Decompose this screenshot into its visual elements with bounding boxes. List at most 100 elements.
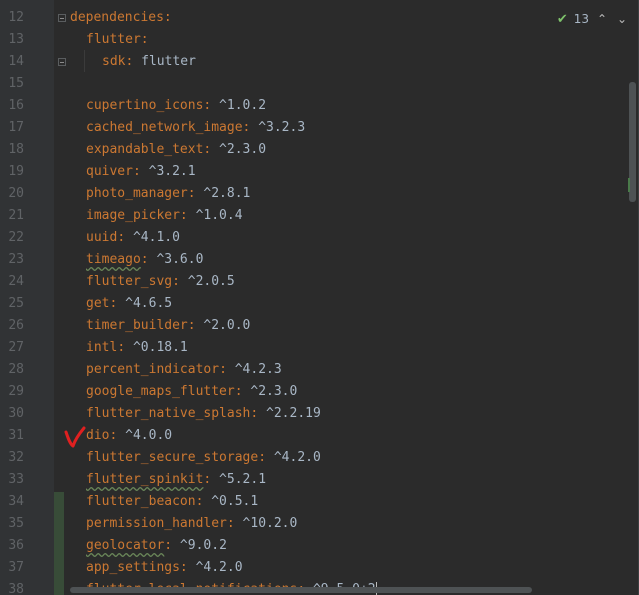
yaml-key: google_maps_flutter (86, 384, 235, 399)
yaml-value: ^2.0.0 (195, 318, 251, 333)
yaml-colon: : (117, 340, 126, 355)
yaml-colon: : (179, 560, 188, 575)
code-line[interactable]: app_settings: ^4.2.0 (70, 557, 243, 579)
yaml-key: flutter (86, 32, 141, 47)
yaml-key: timer_builder (86, 318, 188, 333)
yaml-key: uuid (86, 230, 118, 245)
yaml-key: flutter_beacon (86, 494, 196, 509)
code-line[interactable]: flutter_beacon: ^0.5.1 (70, 491, 258, 513)
yaml-value: ^1.0.4 (187, 208, 243, 223)
yaml-key: photo_manager (86, 186, 188, 201)
line-number: 19 (8, 164, 24, 179)
chevron-up-icon[interactable]: ⌃ (595, 12, 609, 26)
yaml-value: ^10.2.0 (234, 516, 298, 531)
line-number: 29 (8, 384, 24, 399)
line-number: 20 (8, 186, 24, 201)
yaml-value: flutter (133, 54, 196, 69)
code-line[interactable]: get: ^4.6.5 (70, 293, 172, 315)
inspection-count: 13 (573, 12, 589, 26)
yaml-value: ^3.2.3 (250, 120, 306, 135)
yaml-value: ^3.6.0 (148, 252, 204, 267)
scrollbar-thumb[interactable] (629, 82, 636, 202)
code-line[interactable]: flutter_secure_storage: ^4.2.0 (70, 447, 321, 469)
code-line[interactable] (70, 73, 86, 95)
horizontal-scrollbar[interactable] (70, 587, 532, 593)
code-line[interactable]: flutter_spinkit: ^5.2.1 (70, 469, 266, 491)
yaml-key: geolocator (86, 538, 165, 553)
line-number: 14 (8, 54, 24, 69)
yaml-key: flutter_spinkit (86, 472, 204, 487)
yaml-colon: : (164, 538, 173, 553)
red-checkmark-annotation (64, 426, 86, 448)
line-number: 22 (8, 230, 24, 245)
yaml-value: ^4.0.0 (117, 428, 173, 443)
line-number: 16 (8, 98, 24, 113)
yaml-key: flutter_secure_storage (86, 450, 259, 465)
code-line[interactable]: expandable_text: ^2.3.0 (70, 139, 266, 161)
yaml-colon: : (140, 252, 149, 267)
yaml-value: ^4.2.3 (226, 362, 282, 377)
line-number: 37 (8, 560, 24, 575)
yaml-value: ^0.18.1 (125, 340, 188, 355)
yaml-key: app_settings (86, 560, 180, 575)
fold-toggle-flutter[interactable] (58, 58, 66, 66)
code-line[interactable]: timer_builder: ^2.0.0 (70, 315, 250, 337)
line-number: 27 (8, 340, 24, 355)
line-number: 18 (8, 142, 24, 157)
yaml-value: ^2.0.5 (179, 274, 235, 289)
line-number: 23 (8, 252, 24, 267)
code-line[interactable]: percent_indicator: ^4.2.3 (70, 359, 282, 381)
inspection-widget[interactable]: ✔ 13 ⌃ ⌄ (557, 10, 629, 28)
yaml-value: ^2.8.1 (195, 186, 251, 201)
yaml-key: quiver (86, 164, 133, 179)
yaml-value: ^2.3.0 (242, 384, 298, 399)
line-number: 32 (8, 450, 24, 465)
yaml-key: image_picker (86, 208, 180, 223)
line-number: 31 (8, 428, 24, 443)
code-line[interactable]: image_picker: ^1.0.4 (70, 205, 243, 227)
code-line[interactable]: cached_network_image: ^3.2.3 (70, 117, 305, 139)
code-line[interactable]: flutter_native_splash: ^2.2.19 (70, 403, 321, 425)
yaml-colon: : (234, 384, 243, 399)
code-line[interactable]: google_maps_flutter: ^2.3.0 (70, 381, 297, 403)
yaml-colon: : (163, 10, 172, 25)
yaml-key: intl (86, 340, 118, 355)
yaml-key: flutter_svg (86, 274, 173, 289)
code-editor[interactable]: 12 13 14 15 16 17 18 19 20 21 22 23 24 25 26 27 28 29 30 31… (0, 0, 639, 595)
code-line[interactable]: permission_handler: ^10.2.0 (70, 513, 297, 535)
code-line[interactable]: geolocator: ^9.0.2 (70, 535, 227, 557)
line-number: 38 (8, 582, 24, 595)
code-line[interactable]: flutter_svg: ^2.0.5 (70, 271, 235, 293)
yaml-key: flutter_native_splash (86, 406, 251, 421)
line-number: 26 (8, 318, 24, 333)
change-stripe-mark[interactable] (628, 178, 630, 192)
yaml-colon: : (179, 208, 188, 223)
line-number: 30 (8, 406, 24, 421)
yaml-key: sdk (102, 54, 126, 69)
line-number: 33 (8, 472, 24, 487)
code-line[interactable]: sdk: flutter (70, 51, 196, 73)
vcs-change-marker[interactable] (54, 492, 64, 595)
yaml-colon: : (226, 516, 235, 531)
yaml-value: ^5.2.1 (211, 472, 267, 487)
code-line[interactable]: flutter: (70, 29, 149, 51)
yaml-colon: : (187, 318, 196, 333)
yaml-value: ^0.5.1 (203, 494, 259, 509)
code-line[interactable]: dependencies: (70, 7, 172, 29)
yaml-colon: : (132, 164, 141, 179)
double-check-icon[interactable]: ✔ (557, 12, 568, 27)
code-line[interactable]: quiver: ^3.2.1 (70, 161, 196, 183)
fold-toggle-dependencies[interactable] (58, 14, 66, 22)
yaml-value: ^9.0.2 (172, 538, 227, 553)
line-number: 13 (8, 32, 24, 47)
yaml-key: percent_indicator (86, 362, 220, 377)
code-line[interactable]: uuid: ^4.1.0 (70, 227, 180, 249)
yaml-key: cupertino_icons (86, 98, 204, 113)
code-line[interactable]: timeago: ^3.6.0 (70, 249, 203, 271)
code-line[interactable]: cupertino_icons: ^1.0.2 (70, 95, 266, 117)
code-line[interactable]: photo_manager: ^2.8.1 (70, 183, 250, 205)
line-number: 17 (8, 120, 24, 135)
code-line[interactable]: intl: ^0.18.1 (70, 337, 188, 359)
yaml-colon: : (258, 450, 267, 465)
line-number: 28 (8, 362, 24, 377)
